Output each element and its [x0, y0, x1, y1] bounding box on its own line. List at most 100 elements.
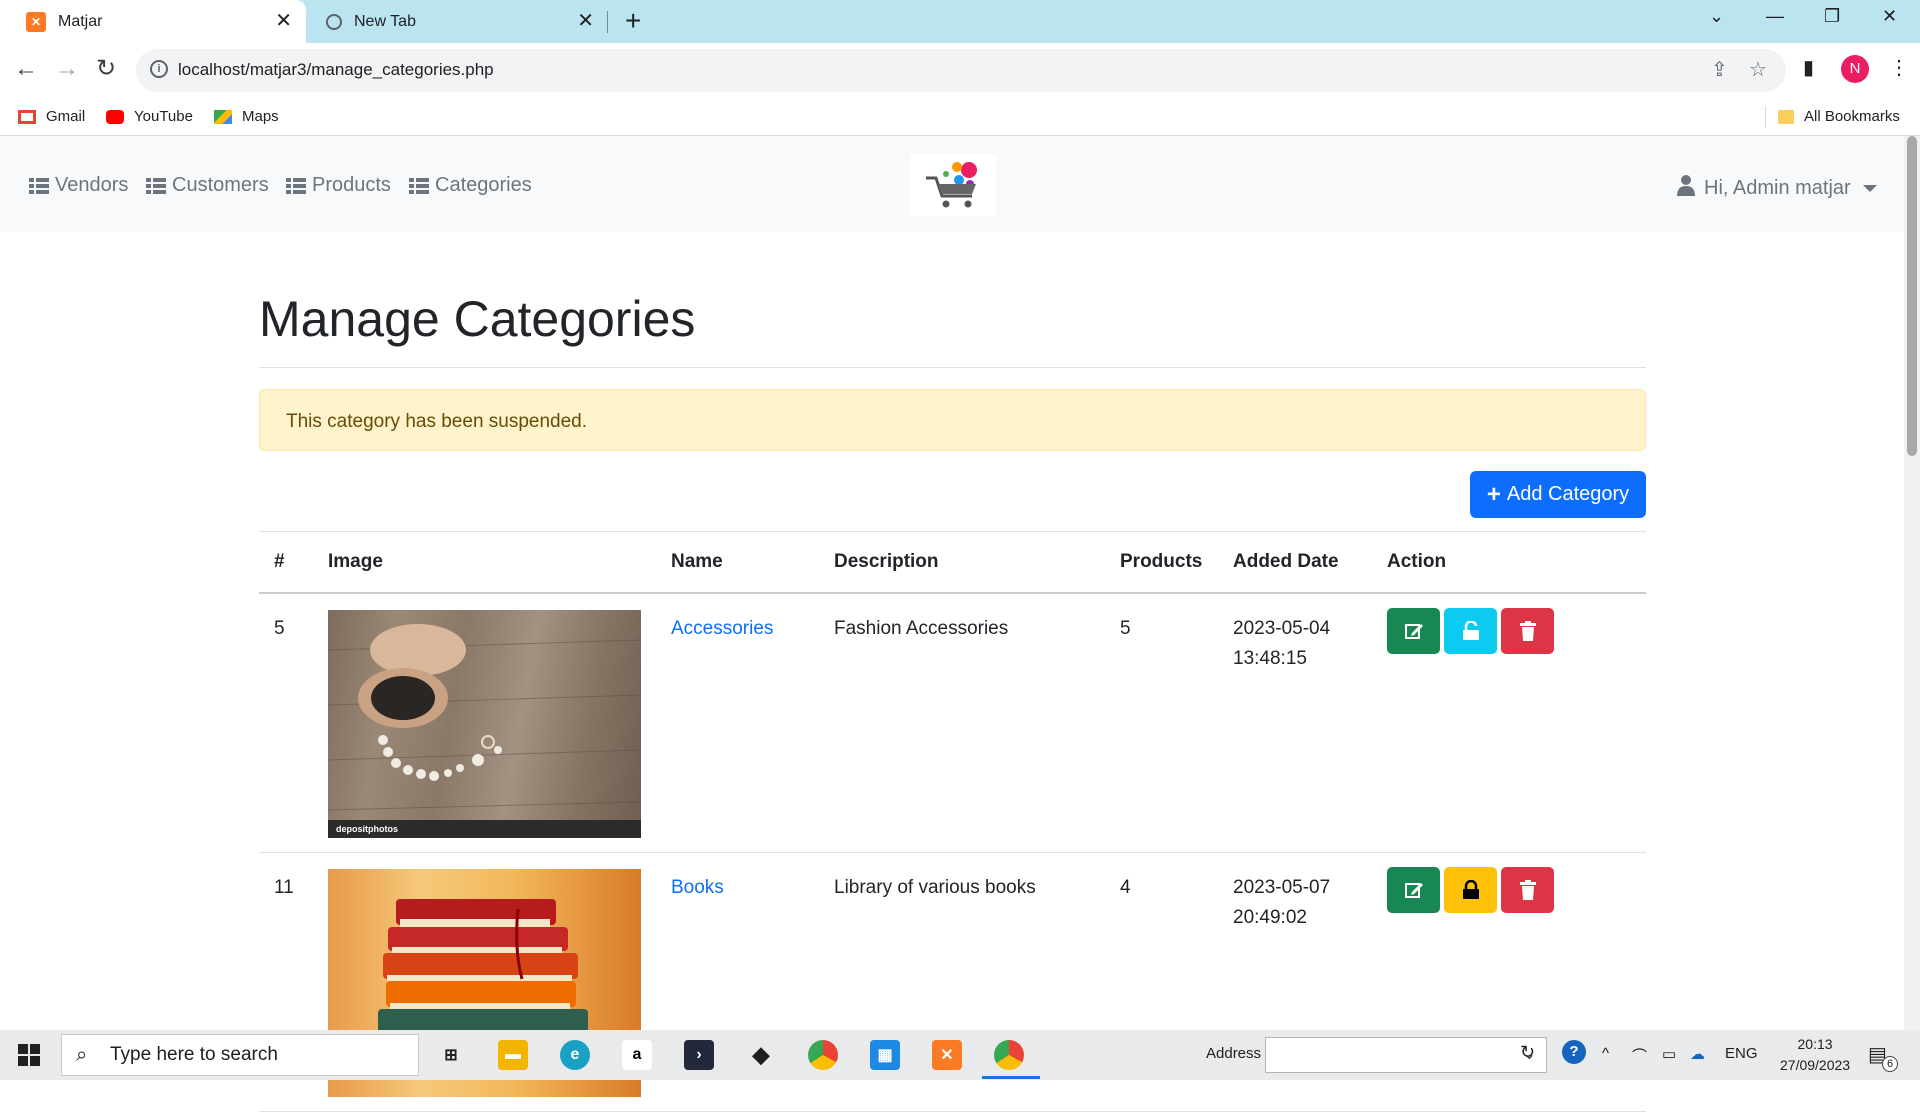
tab-title: New Tab: [354, 12, 416, 30]
bookmark-star-icon[interactable]: ☆: [1749, 57, 1767, 82]
col-header-products: Products: [1105, 531, 1218, 594]
bookmark-label: Gmail: [46, 108, 86, 125]
lock-icon: [1462, 879, 1479, 899]
close-tab-icon[interactable]: ✕: [577, 11, 594, 31]
plus-icon: +: [1486, 480, 1501, 508]
onedrive-icon[interactable]: ☁: [1690, 1045, 1705, 1063]
chrome-favicon-icon: [326, 13, 342, 30]
lock-button[interactable]: [1444, 866, 1497, 913]
windows-taskbar: ⌕ Type here to search ⊞ ▬ e a › ◆ ▦ ✕ Ad…: [0, 1030, 1920, 1080]
add-category-label: Add Category: [1506, 483, 1630, 505]
edit-icon: [1404, 623, 1423, 639]
col-header-image: Image: [313, 531, 656, 594]
search-placeholder: Type here to search: [110, 1044, 278, 1065]
site-info-icon[interactable]: i: [150, 60, 168, 78]
nav-vendors[interactable]: Vendors: [29, 174, 128, 197]
show-hidden-icons-chevron-icon[interactable]: ^: [1602, 1045, 1609, 1062]
dropbox-icon[interactable]: ◆: [746, 1040, 776, 1070]
side-panel-icon[interactable]: ▮: [1803, 55, 1814, 80]
caret-down-icon: [1862, 184, 1877, 192]
clock-time: 20:13: [1797, 1036, 1833, 1052]
col-header-action: Action: [1372, 531, 1646, 594]
edit-button[interactable]: [1387, 607, 1440, 654]
page-scrollbar[interactable]: [1904, 136, 1920, 1030]
category-link[interactable]: Books: [671, 877, 724, 898]
close-window-icon[interactable]: ✕: [1882, 6, 1897, 27]
help-icon[interactable]: ?: [1562, 1040, 1586, 1064]
address-bar[interactable]: i localhost/matjar3/manage_categories.ph…: [136, 49, 1786, 92]
category-link[interactable]: Accessories: [671, 618, 773, 639]
battery-icon[interactable]: ▭: [1662, 1045, 1676, 1063]
chrome-profile-icon[interactable]: [994, 1040, 1024, 1070]
xampp-favicon-icon: ✕: [26, 11, 46, 32]
minimize-icon[interactable]: —: [1766, 6, 1784, 27]
address-toolbar-input[interactable]: ⌄: [1265, 1037, 1547, 1073]
microsoft-store-icon[interactable]: ▦: [870, 1040, 900, 1070]
scrollbar-thumb[interactable]: [1907, 136, 1917, 456]
matjar-logo[interactable]: [910, 154, 996, 216]
clock-date: 27/09/2023: [1780, 1057, 1851, 1073]
cell-image: depositphotos: [313, 592, 656, 853]
share-icon[interactable]: ⇪: [1711, 57, 1728, 82]
xampp-icon[interactable]: ✕: [932, 1040, 962, 1070]
visual-studio-icon[interactable]: ›: [684, 1040, 714, 1070]
add-category-button[interactable]: + Add Category: [1470, 471, 1646, 518]
unlock-button[interactable]: [1444, 607, 1497, 654]
network-icon[interactable]: ⌒: [1632, 1045, 1647, 1066]
search-icon: ⌕: [76, 1044, 88, 1066]
suspended-alert: This category has been suspended.: [259, 389, 1646, 451]
windows-start-icon[interactable]: [18, 1044, 40, 1071]
list-icon: [409, 177, 429, 194]
active-app-indicator: [982, 1076, 1040, 1079]
nav-label: Customers: [172, 174, 269, 196]
nav-categories[interactable]: Categories: [409, 174, 532, 197]
added-date: 2023-05-07: [1233, 876, 1331, 898]
reload-icon[interactable]: ↻: [96, 55, 116, 83]
file-explorer-icon[interactable]: ▬: [498, 1040, 528, 1070]
folder-icon: [1778, 109, 1794, 124]
site-navbar: Vendors Customers Products Categories Hi…: [0, 136, 1904, 232]
bookmark-maps[interactable]: Maps: [214, 108, 279, 125]
new-tab-plus-icon[interactable]: +: [625, 6, 641, 36]
restore-icon[interactable]: ❐: [1824, 6, 1840, 27]
language-indicator[interactable]: ENG: [1725, 1045, 1758, 1062]
all-bookmarks[interactable]: All Bookmarks: [1778, 108, 1900, 125]
col-header-id: #: [259, 531, 313, 594]
address-toolbar-label: Address: [1206, 1045, 1262, 1062]
trash-icon: [1519, 620, 1536, 641]
menu-kebab-icon[interactable]: ⋮: [1889, 55, 1909, 80]
system-clock[interactable]: 20:13 27/09/2023: [1780, 1034, 1850, 1076]
forward-arrow-icon[interactable]: →: [55, 55, 79, 83]
bookmarks-bar: Gmail YouTube Maps All Bookmarks: [0, 98, 1920, 136]
taskbar-search-box[interactable]: ⌕ Type here to search: [61, 1034, 419, 1076]
delete-button[interactable]: [1501, 607, 1554, 654]
nav-customers[interactable]: Customers: [146, 174, 269, 197]
tab-matjar[interactable]: ✕ Matjar ✕: [0, 0, 306, 43]
edit-button[interactable]: [1387, 866, 1440, 913]
nav-label: Categories: [435, 174, 532, 196]
nav-label: Products: [312, 174, 391, 196]
refresh-icon[interactable]: ↻: [1520, 1042, 1535, 1063]
profile-avatar[interactable]: N: [1841, 55, 1869, 83]
delete-button[interactable]: [1501, 866, 1554, 913]
col-header-name: Name: [656, 531, 819, 594]
nav-products[interactable]: Products: [286, 174, 391, 197]
back-arrow-icon[interactable]: ←: [14, 55, 38, 83]
edge-browser-icon[interactable]: e: [560, 1040, 590, 1070]
bookmark-youtube[interactable]: YouTube: [106, 108, 193, 125]
col-header-description: Description: [819, 531, 1105, 594]
bookmark-label: Maps: [242, 108, 279, 125]
page-title: Manage Categories: [259, 291, 696, 347]
edit-icon: [1404, 882, 1423, 898]
chrome-icon[interactable]: [808, 1040, 838, 1070]
close-tab-icon[interactable]: ✕: [275, 11, 292, 31]
accessories-image: depositphotos: [328, 609, 641, 838]
bookmark-gmail[interactable]: Gmail: [18, 108, 85, 125]
tab-search-chevron-icon[interactable]: ⌄: [1709, 6, 1724, 27]
amazon-icon[interactable]: a: [622, 1040, 652, 1070]
cell-products: 5: [1105, 592, 1218, 853]
task-view-icon[interactable]: ⊞: [436, 1040, 466, 1070]
tab-new-tab[interactable]: New Tab ✕: [318, 0, 608, 43]
user-menu[interactable]: Hi, Admin matjar: [1676, 174, 1877, 202]
notification-count-badge: 6: [1882, 1056, 1898, 1072]
